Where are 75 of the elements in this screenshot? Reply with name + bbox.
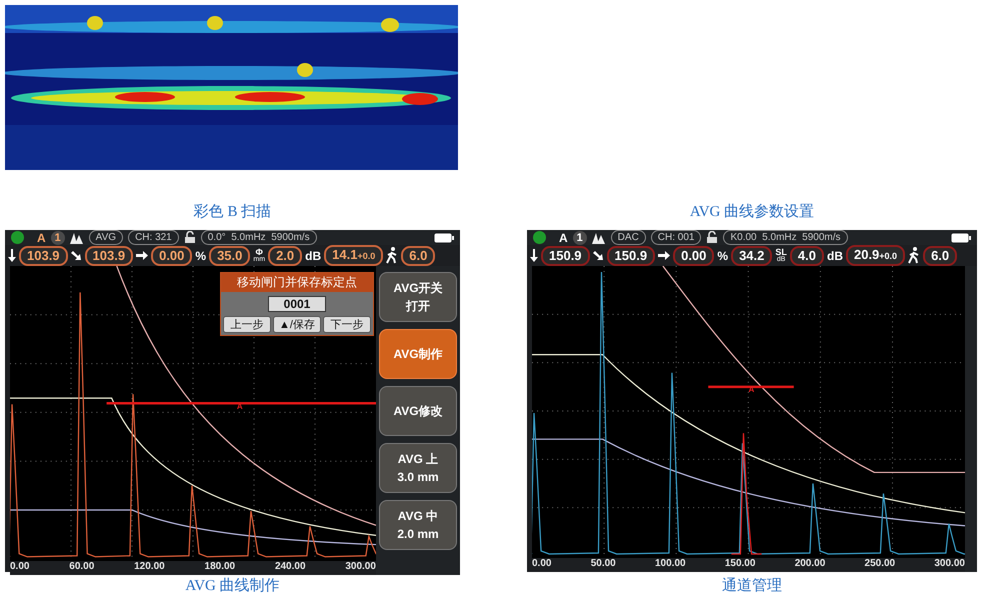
curve-mode: DAC [610, 230, 646, 245]
reading-value: 6.0 [923, 246, 958, 266]
dialog-button[interactable]: ▲/保存 [273, 316, 321, 333]
lock-icon [706, 231, 718, 244]
reading-value: 2.0 [268, 246, 302, 266]
probe-settings: 0.0° 5.0mHz 5900m/s [200, 230, 317, 245]
axis-label: 240.00 [274, 560, 306, 574]
axis-label: 180.00 [204, 560, 236, 574]
axis-label: 50.00 [590, 558, 616, 572]
mode-label: A [559, 230, 568, 244]
dialog-button[interactable]: 下一步 [323, 316, 371, 333]
status-led [11, 231, 24, 244]
reading-value: 4.0 [790, 246, 824, 266]
arrow-down-icon [530, 249, 538, 262]
menu-button[interactable]: AVG 上 3.0 mm [379, 443, 457, 493]
curve-mode: AVG [88, 230, 124, 245]
axis-label: 300.00 [934, 558, 965, 572]
reading-value: 103.9 [19, 246, 68, 266]
mode-label: A [37, 230, 46, 244]
unit-label: dB [826, 248, 843, 262]
diagonal-arrow-icon [592, 250, 604, 260]
caption: AVG 曲线制作 [185, 576, 280, 595]
unit-label: % [717, 248, 728, 262]
menu-button[interactable]: AVG制作 [379, 329, 457, 379]
dialog-button[interactable]: 上一步 [223, 316, 271, 333]
caption: AVG 曲线参数设置 [690, 202, 814, 221]
reading-value: 0.00 [673, 246, 714, 266]
probe-settings: K0.00 5.0mHz 5900m/s [723, 230, 848, 245]
channel-number: 1 [572, 230, 587, 244]
axis-label: 200.00 [794, 558, 826, 572]
axis-label: 300.00 [345, 560, 376, 574]
reading-value: 103.9 [84, 246, 134, 266]
unit-label: dB [305, 248, 322, 262]
channel-number: 1 [50, 230, 65, 244]
menu-button[interactable]: AVG修改 [379, 386, 457, 436]
arrow-down-icon [8, 249, 16, 262]
channel-label: CH: 321 [128, 230, 179, 245]
menu-button[interactable]: AVG开关 打开 [379, 272, 457, 322]
reading-value: 150.9 [541, 246, 590, 266]
axis-label: 120.00 [134, 560, 165, 574]
axis-label: 0.00 [10, 560, 30, 574]
unit-label: Φ [256, 248, 263, 256]
reading-value: 6.0 [401, 246, 436, 266]
battery-icon [951, 232, 971, 242]
battery-icon [434, 232, 454, 242]
arrow-right-icon [658, 251, 670, 260]
peaks-icon [70, 232, 84, 244]
caption: 通道管理 [722, 576, 782, 595]
axis-label: 150.00 [724, 558, 756, 572]
menu-button[interactable]: AVG 中 2.0 mm [379, 500, 457, 550]
axis-label: 100.00 [655, 558, 686, 572]
gate-label: A [236, 402, 243, 411]
axis-label: 250.00 [864, 558, 896, 572]
caption: 彩色 B 扫描 [194, 202, 272, 221]
lock-icon [184, 231, 196, 244]
arrow-right-icon [136, 251, 148, 260]
status-led [533, 231, 546, 244]
reading-value: 150.9 [606, 246, 656, 266]
channel-label: CH: 001 [650, 230, 702, 245]
walking-person-icon [908, 247, 920, 264]
diagonal-arrow-icon [70, 250, 82, 260]
unit-label: % [195, 248, 206, 262]
reading-value: 14.1+0.0 [324, 245, 384, 266]
peaks-icon [592, 232, 606, 244]
reading-value: 34.2 [731, 246, 772, 266]
dialog-title: 移动闸门并保存标定点 [221, 273, 373, 292]
unit-label: SL [775, 248, 787, 256]
reading-value: 20.9+0.0 [846, 245, 906, 266]
axis-label: 60.00 [69, 560, 94, 574]
gate-label: A [748, 385, 754, 394]
reading-value: 35.0 [209, 246, 250, 266]
point-number-field[interactable]: 0001 [268, 296, 326, 312]
reading-value: 0.00 [151, 246, 192, 266]
walking-person-icon [386, 247, 398, 264]
axis-label: 0.00 [532, 558, 552, 572]
